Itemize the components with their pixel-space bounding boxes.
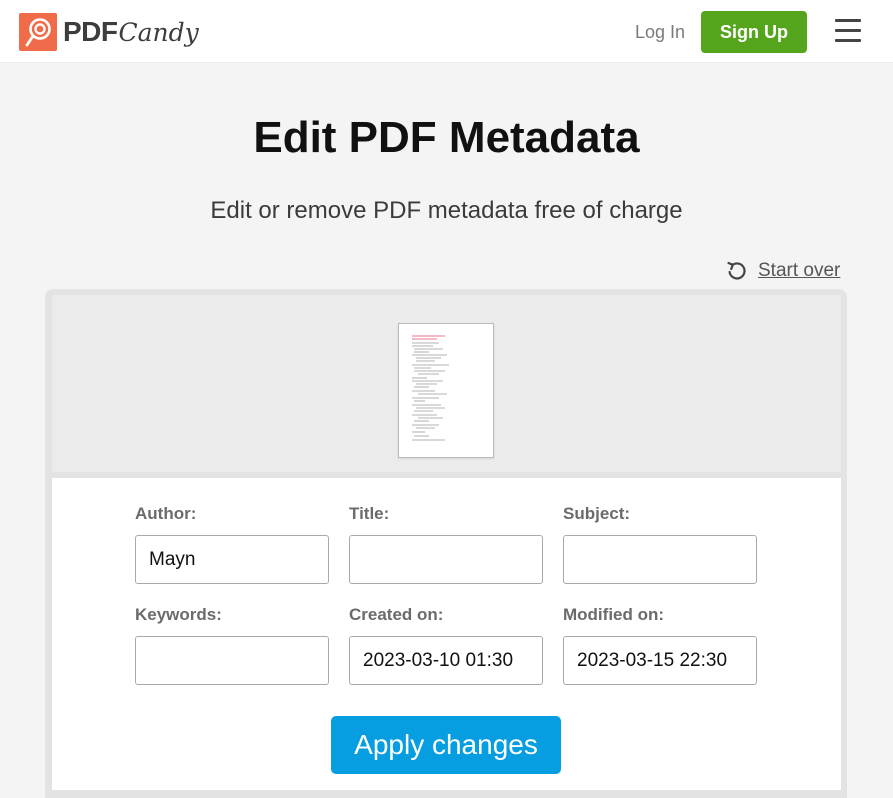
modified-on-label: Modified on:	[563, 605, 665, 624]
created-on-input[interactable]	[349, 636, 543, 685]
modified-on-input[interactable]	[563, 636, 757, 685]
login-link[interactable]: Log In	[635, 20, 685, 44]
rotate-ccw-icon	[727, 261, 746, 280]
logo-wordmark[interactable]: PDFCandy	[63, 14, 199, 51]
title-input[interactable]	[349, 535, 543, 584]
keywords-input[interactable]	[135, 636, 329, 685]
logo-candy-text: Candy	[118, 18, 199, 47]
top-header: PDFCandy Log In Sign Up	[0, 0, 893, 63]
subject-input[interactable]	[563, 535, 757, 584]
pdf-page-thumbnail[interactable]	[398, 323, 494, 458]
apply-changes-button[interactable]: Apply changes	[331, 716, 561, 774]
author-input[interactable]	[135, 535, 329, 584]
page-subtitle: Edit or remove PDF metadata free of char…	[210, 197, 683, 224]
author-label: Author:	[135, 504, 197, 523]
page-title: Edit PDF Metadata	[253, 113, 640, 162]
signup-button[interactable]: Sign Up	[701, 11, 807, 53]
title-label: Title:	[349, 504, 390, 523]
start-over-link[interactable]: Start over	[726, 258, 840, 284]
pdfcandy-logo-icon[interactable]	[19, 13, 57, 51]
logo-pdf-text: PDF	[63, 16, 118, 47]
hamburger-menu-icon[interactable]	[835, 19, 861, 43]
start-over-label: Start over	[758, 260, 841, 281]
created-on-label: Created on:	[349, 605, 444, 624]
subject-label: Subject:	[563, 504, 631, 523]
keywords-label: Keywords:	[135, 605, 222, 624]
